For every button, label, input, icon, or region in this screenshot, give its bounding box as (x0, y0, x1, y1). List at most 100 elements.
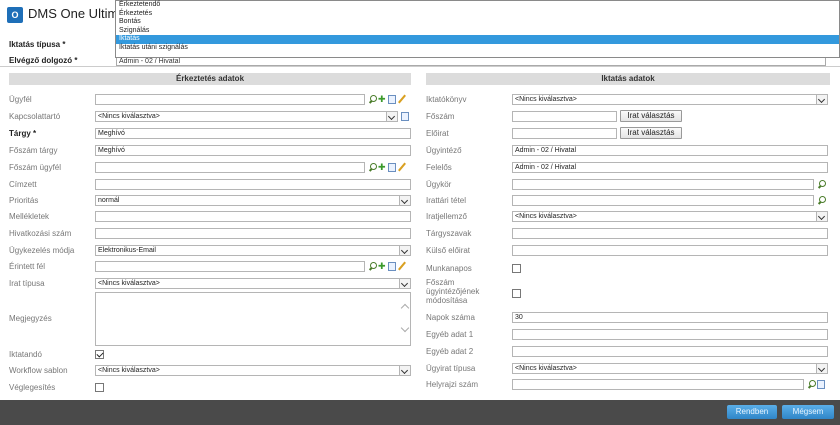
dropdown-option-szignalas[interactable]: Szignálás (116, 27, 839, 36)
iktatokonyv-label: Iktatókönyv (426, 95, 467, 104)
foszam-irat-valasztas-button[interactable]: Irat választás (620, 110, 682, 122)
footer-bar: Rendben Mégsem (0, 400, 840, 425)
mellekletek-input[interactable] (95, 211, 411, 222)
iratjellemzo-label: Iratjellemző (426, 212, 467, 221)
helyrajzi-szam-actions (807, 380, 826, 390)
edit-icon[interactable] (397, 95, 406, 104)
document-icon[interactable] (388, 95, 396, 104)
chevron-down-icon (816, 364, 827, 373)
munkanapos-label: Munkanapos (426, 264, 472, 273)
iktatokonyv-select[interactable]: <Nincs kiválasztva> (512, 94, 828, 105)
erintett-fel-actions (368, 261, 407, 272)
kapcsolattarto-select[interactable]: <Nincs kiválasztva> (95, 111, 398, 122)
elvegzo-dolgozo-select[interactable]: Admin - 02 / Hivatal (116, 57, 826, 66)
ugyfel-input[interactable] (95, 94, 365, 105)
rendben-button[interactable]: Rendben (727, 405, 777, 419)
kapcsolattarto-label: Kapcsolattartó (9, 112, 61, 121)
search-icon[interactable] (368, 95, 377, 104)
egyeb-adat-2-label: Egyéb adat 2 (426, 347, 474, 356)
eloirat-irat-valasztas-button[interactable]: Irat választás (620, 127, 682, 139)
iktatas-tipusa-label: Iktatás típusa * (9, 40, 66, 49)
search-icon[interactable] (807, 380, 816, 389)
iratjellemzo-value: <Nincs kiválasztva> (515, 213, 577, 220)
search-icon[interactable] (817, 180, 826, 189)
napok-szama-label: Napok száma (426, 313, 475, 322)
kulso-eloirat-input[interactable] (512, 245, 828, 256)
document-icon[interactable] (388, 262, 396, 271)
chevron-down-icon (399, 246, 410, 255)
foszam-input[interactable] (512, 111, 617, 122)
eloirat-input[interactable] (512, 128, 617, 139)
foszam-ugyfel-input[interactable] (95, 162, 365, 173)
targy-input[interactable]: Meghívó (95, 128, 411, 139)
targyszavak-input[interactable] (512, 228, 828, 239)
megsem-button[interactable]: Mégsem (782, 405, 834, 419)
helyrajzi-szam-input[interactable] (512, 379, 804, 390)
irat-tipusa-select[interactable]: <Nincs kiválasztva> (95, 278, 411, 289)
felelos-input[interactable]: Admin - 02 / Hivatal (512, 162, 828, 173)
ugykor-input[interactable] (512, 179, 814, 190)
app-title: DMS One Ultimate (28, 6, 116, 21)
elvegzo-dolgozo-label: Elvégző dolgozó * (9, 56, 78, 65)
eloirat-label: Előirat (426, 129, 449, 138)
chevron-down-icon (816, 212, 827, 221)
scroll-down-icon[interactable] (400, 323, 410, 333)
foszam-ugyintezo-label-line3: módosítása (426, 296, 468, 305)
search-icon[interactable] (368, 262, 377, 271)
iktatas-tipusa-dropdown-list[interactable]: Érkeztetendő Érkeztetés Bontás Szignálás… (115, 0, 840, 58)
hivatkozasi-szam-input[interactable] (95, 228, 411, 239)
iktatokonyv-value: <Nincs kiválasztva> (515, 96, 577, 103)
add-icon[interactable] (378, 261, 387, 272)
erkeztetes-adatok-header: Érkeztetés adatok (9, 73, 411, 85)
felelos-label: Felelős (426, 163, 452, 172)
ugykezeles-modja-select[interactable]: Elektronikus-Email (95, 245, 411, 256)
munkanapos-checkbox[interactable] (512, 264, 521, 273)
kulso-eloirat-label: Külső előirat (426, 246, 471, 255)
megjegyzes-label: Megjegyzés (9, 314, 52, 323)
foszam-ugyintezo-modositasa-checkbox[interactable] (512, 289, 521, 298)
iktatando-checkbox[interactable] (95, 350, 104, 359)
ugykor-label: Ügykör (426, 180, 452, 189)
chevron-down-icon (399, 366, 410, 375)
foszam-targy-input[interactable]: Meghívó (95, 145, 411, 156)
hivatkozasi-szam-label: Hivatkozási szám (9, 229, 72, 238)
document-icon[interactable] (401, 112, 409, 121)
add-icon[interactable] (378, 94, 387, 105)
erintett-fel-input[interactable] (95, 261, 365, 272)
dropdown-option-erkeztetendo[interactable]: Érkeztetendő (116, 1, 839, 10)
dropdown-option-bontas[interactable]: Bontás (116, 18, 839, 27)
napok-szama-input[interactable]: 30 (512, 312, 828, 323)
ugyirat-tipusa-select[interactable]: <Nincs kiválasztva> (512, 363, 828, 374)
erintett-fel-label: Érintett fél (9, 262, 46, 271)
targy-label: Tárgy * (9, 129, 37, 138)
veglegesites-label: Véglegesítés (9, 383, 56, 392)
search-icon[interactable] (368, 163, 377, 172)
megjegyzes-textarea[interactable] (95, 292, 411, 346)
add-icon[interactable] (378, 162, 387, 173)
workflow-sablon-select[interactable]: <Nincs kiválasztva> (95, 365, 411, 376)
search-icon[interactable] (817, 196, 826, 205)
edit-icon[interactable] (397, 163, 406, 172)
dropdown-option-erkeztetes[interactable]: Érkeztetés (116, 10, 839, 19)
workflow-sablon-value: <Nincs kiválasztva> (98, 367, 160, 374)
ugyintezo-input[interactable]: Admin - 02 / Hivatal (512, 145, 828, 156)
egyeb-adat-1-input[interactable] (512, 329, 828, 340)
document-icon[interactable] (388, 163, 396, 172)
foszam-label: Főszám (426, 112, 455, 121)
dropdown-option-iktatas-utani-szignalas[interactable]: Iktatás utáni szignálás (116, 44, 839, 53)
irattari-tetel-input[interactable] (512, 195, 814, 206)
irattari-tetel-label: Irattári tétel (426, 196, 467, 205)
iratjellemzo-select[interactable]: <Nincs kiválasztva> (512, 211, 828, 222)
prioritas-select[interactable]: normál (95, 195, 411, 206)
cimzett-input[interactable] (95, 179, 411, 190)
ugyirat-tipusa-label: Ügyirat típusa (426, 364, 476, 373)
document-icon[interactable] (817, 380, 825, 389)
dropdown-option-iktatas[interactable]: Iktatás (116, 35, 839, 44)
foszam-ugyfel-label: Főszám ügyfél (9, 163, 62, 172)
egyeb-adat-2-input[interactable] (512, 346, 828, 357)
scroll-up-icon[interactable] (400, 303, 410, 313)
veglegesites-checkbox[interactable] (95, 383, 104, 392)
edit-icon[interactable] (397, 262, 406, 271)
chevron-down-icon (816, 95, 827, 104)
egyeb-adat-1-label: Egyéb adat 1 (426, 330, 474, 339)
